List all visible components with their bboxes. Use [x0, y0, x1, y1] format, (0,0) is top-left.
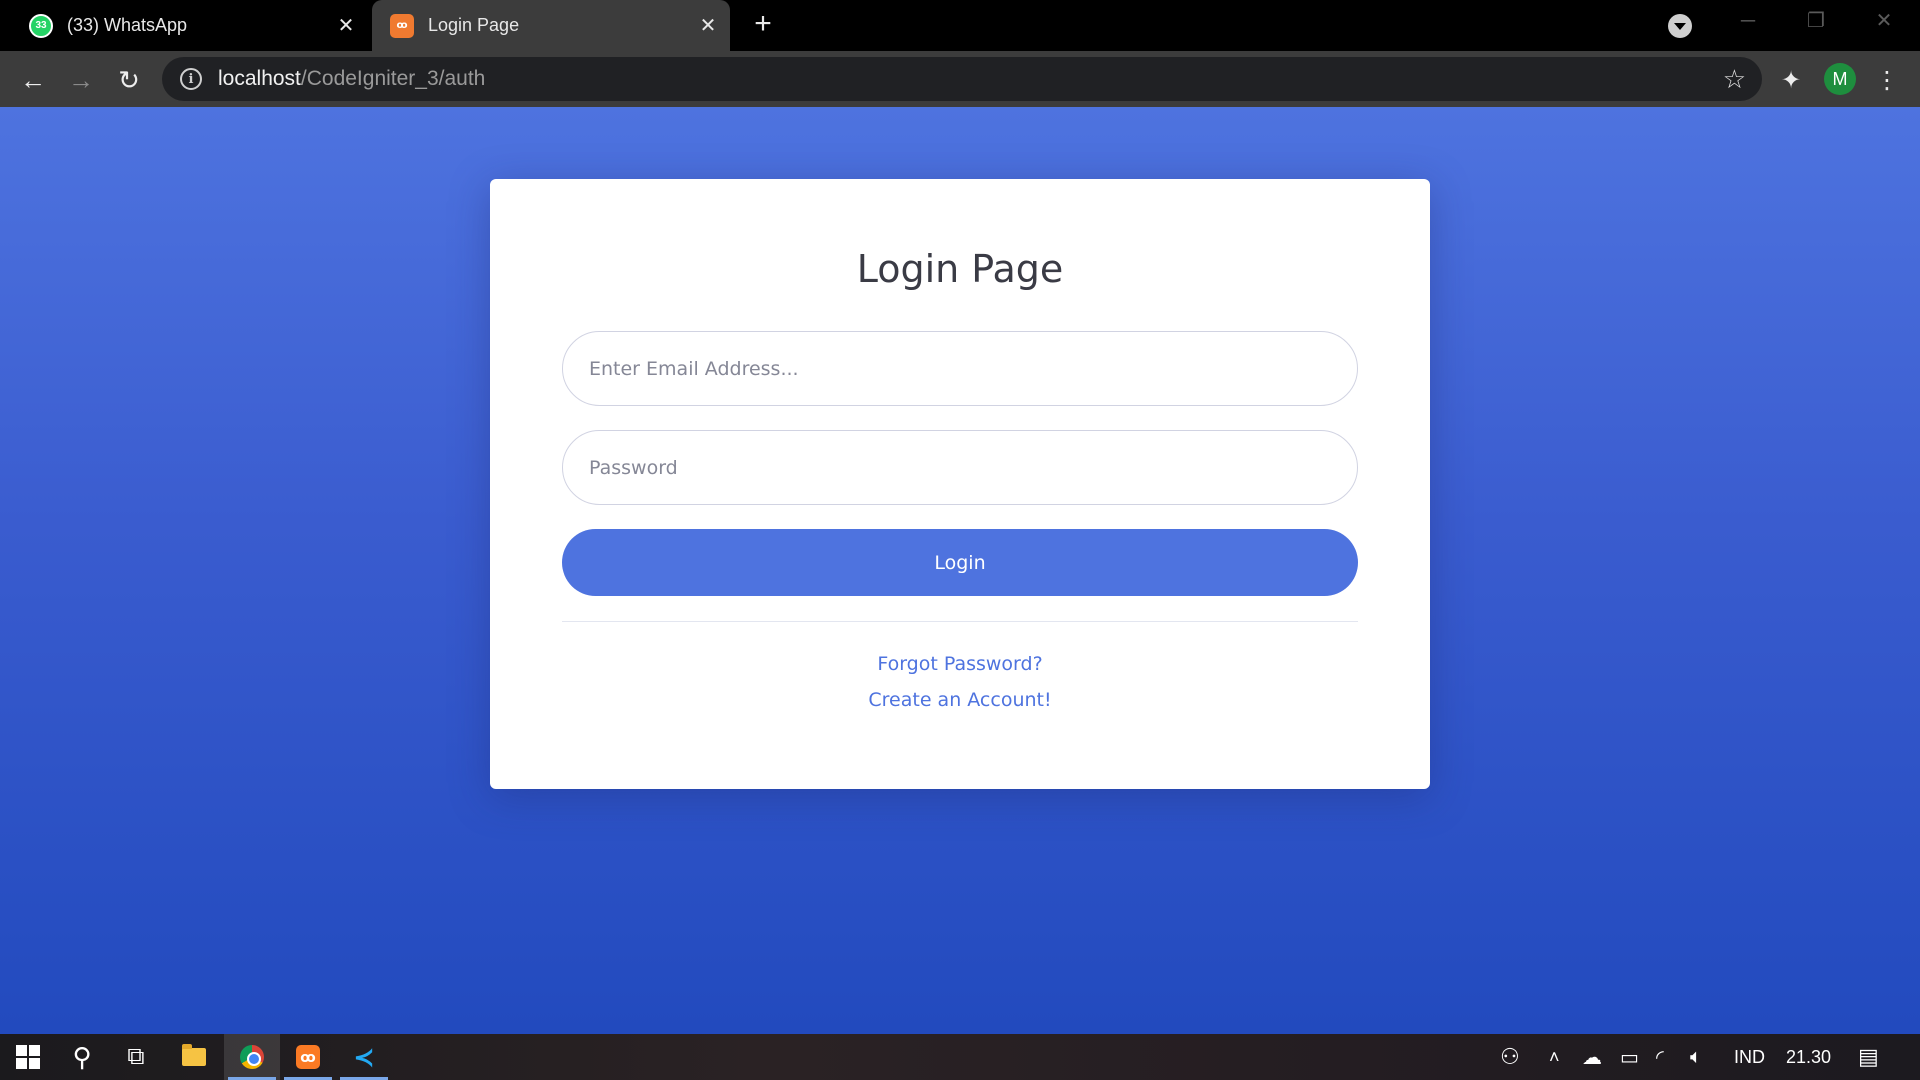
page-title: Login Page	[856, 247, 1064, 291]
menu-kebab-icon[interactable]: ⋮	[1870, 63, 1904, 97]
tab-title: Login Page	[428, 15, 520, 35]
page-background: Login Page Login Forgot Password? Create…	[0, 107, 1920, 1034]
url-host: localhost	[218, 67, 301, 90]
url-path: /CodeIgniter_3/auth	[300, 67, 486, 90]
minimize-icon[interactable]: ─	[1728, 6, 1768, 36]
close-window-icon[interactable]: ✕	[1864, 6, 1904, 36]
site-info-icon[interactable]: i	[180, 68, 202, 90]
back-icon[interactable]: ←	[16, 63, 50, 97]
tab-title: (33) WhatsApp	[67, 15, 188, 35]
volume-icon[interactable]: 🔈︎	[1690, 1034, 1702, 1080]
battery-icon[interactable]: ▭	[1620, 1034, 1639, 1080]
url-text: localhost/CodeIgniter_3/auth	[218, 67, 485, 91]
file-explorer-icon[interactable]	[166, 1034, 222, 1080]
tab-login-page[interactable]: ꝏ Login Page ✕	[372, 0, 730, 51]
chevron-up-icon[interactable]: ˄	[1549, 1034, 1560, 1080]
search-icon[interactable]: ⚲	[54, 1034, 110, 1080]
email-field[interactable]	[562, 331, 1358, 406]
start-button[interactable]	[0, 1034, 56, 1080]
bookmark-star-icon[interactable]: ☆	[1723, 64, 1746, 95]
restore-icon[interactable]: ❐	[1796, 6, 1836, 36]
windows-logo-icon	[16, 1045, 40, 1069]
people-icon[interactable]: ⚇	[1500, 1034, 1520, 1080]
chrome-taskbar-icon[interactable]	[224, 1034, 280, 1080]
login-card: Login Page Login Forgot Password? Create…	[490, 179, 1430, 789]
extensions-icon[interactable]: ✦	[1774, 63, 1808, 97]
windows-taskbar: ⚲ ⧉ ꝏ ≺ ⚇ ˄ ☁ ▭ ◜ 🔈︎ IND 21.30 ▤	[0, 1034, 1920, 1080]
close-tab-icon[interactable]: ✕	[334, 13, 358, 37]
divider	[562, 621, 1358, 622]
onedrive-icon[interactable]: ☁	[1582, 1034, 1602, 1080]
xampp-icon: ꝏ	[390, 13, 414, 38]
new-tab-button[interactable]: +	[748, 9, 778, 40]
vscode-taskbar-icon[interactable]: ≺	[336, 1034, 392, 1080]
create-account-link[interactable]: Create an Account!	[490, 689, 1430, 711]
whatsapp-icon: 33	[29, 13, 53, 38]
task-view-icon[interactable]: ⧉	[108, 1034, 164, 1080]
forgot-password-link[interactable]: Forgot Password?	[490, 653, 1430, 675]
reload-icon[interactable]: ↻	[112, 63, 146, 97]
language-indicator[interactable]: IND	[1734, 1034, 1765, 1080]
wifi-icon[interactable]: ◜	[1656, 1034, 1664, 1080]
close-tab-icon[interactable]: ✕	[696, 13, 720, 37]
xampp-taskbar-icon[interactable]: ꝏ	[280, 1034, 336, 1080]
browser-toolbar: ← → ↻ i localhost/CodeIgniter_3/auth ☆ ✦…	[0, 51, 1920, 107]
forward-icon[interactable]: →	[64, 63, 98, 97]
clock[interactable]: 21.30	[1786, 1034, 1831, 1080]
tab-whatsapp[interactable]: 33 (33) WhatsApp ✕	[0, 0, 368, 51]
tab-search-icon[interactable]	[1668, 14, 1692, 38]
notification-icon[interactable]: ▤	[1858, 1034, 1879, 1080]
address-bar[interactable]: i localhost/CodeIgniter_3/auth ☆	[162, 57, 1762, 101]
browser-tab-strip: 33 (33) WhatsApp ✕ ꝏ Login Page ✕ + ─ ❐ …	[0, 0, 1920, 51]
login-button[interactable]: Login	[562, 529, 1358, 596]
password-field[interactable]	[562, 430, 1358, 505]
profile-avatar[interactable]: M	[1824, 63, 1856, 95]
